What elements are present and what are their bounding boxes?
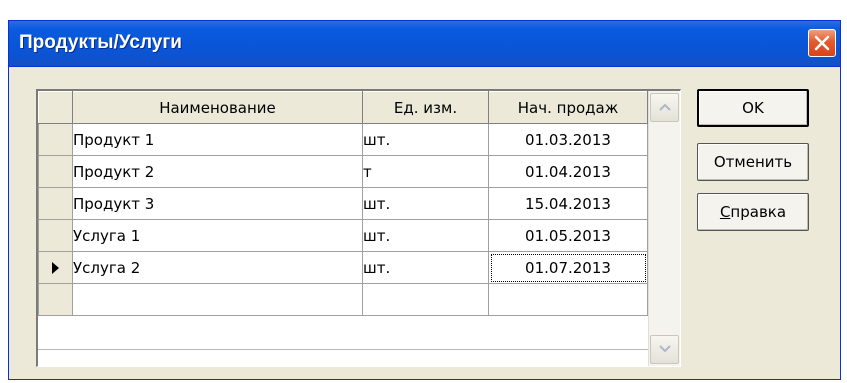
cell-start[interactable]: 01.05.2013 (488, 219, 648, 252)
header-row: Наименование Ед. изм. Нач. продаж (38, 91, 648, 124)
window-title: Продукты/Услуги (19, 32, 182, 53)
cell-unit[interactable]: шт. (362, 251, 489, 284)
row-indicator-current[interactable] (38, 251, 73, 284)
cell-name[interactable] (72, 283, 363, 316)
scroll-up-button[interactable] (650, 93, 679, 122)
row-indicator[interactable] (38, 283, 73, 316)
row-pointer-icon (52, 262, 59, 274)
products-table: Наименование Ед. изм. Нач. продаж Продук… (38, 91, 648, 316)
column-header-start[interactable]: Нач. продаж (488, 91, 648, 124)
column-header-name[interactable]: Наименование (72, 91, 363, 124)
row-indicator[interactable] (38, 155, 73, 188)
table-row[interactable]: Продукт 1 шт. 01.03.2013 (38, 123, 648, 156)
cell-name[interactable]: Продукт 3 (72, 187, 363, 220)
corner-cell (38, 91, 73, 124)
row-indicator[interactable] (38, 219, 73, 252)
help-button[interactable]: Справка (697, 193, 809, 231)
scroll-down-button[interactable] (650, 335, 679, 364)
cell-unit[interactable]: т (362, 155, 489, 188)
cell-unit[interactable]: шт. (362, 187, 489, 220)
cell-start[interactable] (488, 283, 648, 316)
help-label: правка (730, 203, 787, 221)
cell-name[interactable]: Услуга 1 (72, 219, 363, 252)
cell-name[interactable]: Продукт 1 (72, 123, 363, 156)
cell-unit[interactable] (362, 283, 489, 316)
row-indicator[interactable] (38, 187, 73, 220)
vertical-scrollbar[interactable] (648, 91, 680, 366)
cell-name[interactable]: Продукт 2 (72, 155, 363, 188)
close-icon (814, 35, 830, 51)
cell-start[interactable]: 01.04.2013 (488, 155, 648, 188)
table-row[interactable]: Продукт 2 т 01.04.2013 (38, 155, 648, 188)
grid-bottom-line (38, 349, 648, 350)
cancel-button[interactable]: Отменить (697, 143, 809, 181)
table-row-new[interactable] (38, 283, 648, 316)
column-header-unit[interactable]: Ед. изм. (362, 91, 489, 124)
cell-start[interactable]: 01.03.2013 (488, 123, 648, 156)
cell-start-focused[interactable]: 01.07.2013 (488, 251, 648, 284)
cell-start[interactable]: 15.04.2013 (488, 187, 648, 220)
cell-unit[interactable]: шт. (362, 219, 489, 252)
table-row[interactable]: Продукт 3 шт. 15.04.2013 (38, 187, 648, 220)
ok-button[interactable]: OK (697, 89, 809, 127)
close-button[interactable] (808, 29, 836, 57)
products-grid[interactable]: Наименование Ед. изм. Нач. продаж Продук… (36, 89, 681, 367)
scroll-up-icon (659, 103, 671, 111)
scroll-down-icon (659, 345, 671, 353)
help-accelerator: С (719, 203, 731, 221)
cell-unit[interactable]: шт. (362, 123, 489, 156)
cell-name[interactable]: Услуга 2 (72, 251, 363, 284)
table-row[interactable]: Услуга 1 шт. 01.05.2013 (38, 219, 648, 252)
row-indicator[interactable] (38, 123, 73, 156)
title-bar[interactable]: Продукты/Услуги (9, 21, 840, 67)
dialog-window: Продукты/Услуги Наименование Ед. изм. На… (8, 20, 841, 380)
table-row-current[interactable]: Услуга 2 шт. 01.07.2013 (38, 251, 648, 284)
